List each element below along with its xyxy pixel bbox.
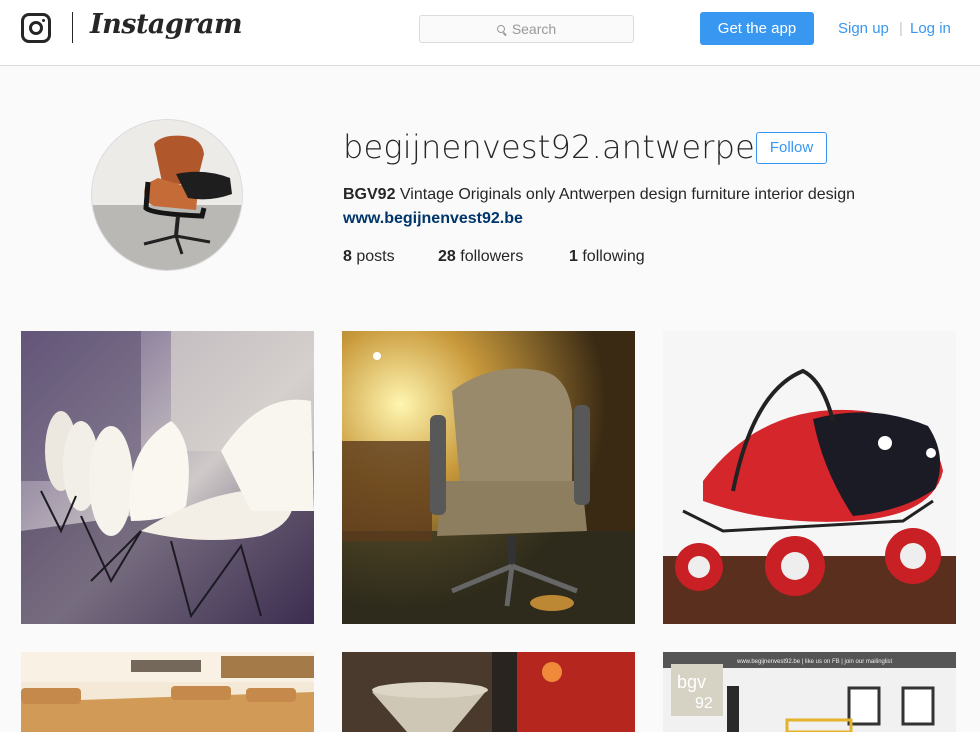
posts-stat: 8 posts [343,248,395,266]
posts-label: posts [356,248,395,265]
followers-stat[interactable]: 28 followers [438,248,523,266]
log-in-link[interactable]: Log in [910,20,951,37]
auth-links-separator: | [899,20,903,37]
followers-count: 28 [438,248,456,265]
post-thumbnail-3[interactable] [663,331,956,624]
flyer-logo-bottom: 92 [695,695,713,712]
profile-avatar [91,119,243,271]
post-thumbnail-2[interactable] [342,331,635,624]
profile-bio-text: Vintage Originals only Antwerpen design … [399,186,856,203]
followers-label: followers [460,248,524,265]
following-stat[interactable]: 1 following [569,248,645,266]
flyer-banner-text: www.begijnenvest92.be | like us on FB | … [736,659,893,665]
instagram-logo-icon[interactable] [21,13,51,43]
search-input[interactable]: Search [419,15,634,43]
search-icon [496,25,507,35]
sign-up-link[interactable]: Sign up [838,20,889,37]
search-placeholder: Search [511,21,557,37]
following-label: following [582,248,645,265]
post-thumbnail-5[interactable] [342,652,635,732]
profile-full-name: BGV92 [343,186,396,203]
get-the-app-button[interactable]: Get the app [700,12,814,45]
post-thumbnail-1[interactable] [21,331,314,624]
flyer-logo-top: bgv [677,672,706,692]
following-count: 1 [569,248,578,265]
profile-website-link[interactable]: www.begijnenvest92.be [343,210,523,228]
posts-count: 8 [343,248,352,265]
post-thumbnail-6[interactable]: www.begijnenvest92.be | like us on FB | … [663,652,956,732]
instagram-wordmark[interactable]: Instagram [90,9,243,40]
profile-username: begijnenvest92.antwerpen [343,128,776,166]
profile-bio: BGV92 Vintage Originals only Antwerpen d… [343,186,855,204]
logo-divider [72,12,73,43]
follow-button[interactable]: Follow [756,132,827,164]
top-navigation-bar: Instagram Search Get the app Sign up | L… [0,0,980,66]
post-thumbnail-4[interactable] [21,652,314,732]
